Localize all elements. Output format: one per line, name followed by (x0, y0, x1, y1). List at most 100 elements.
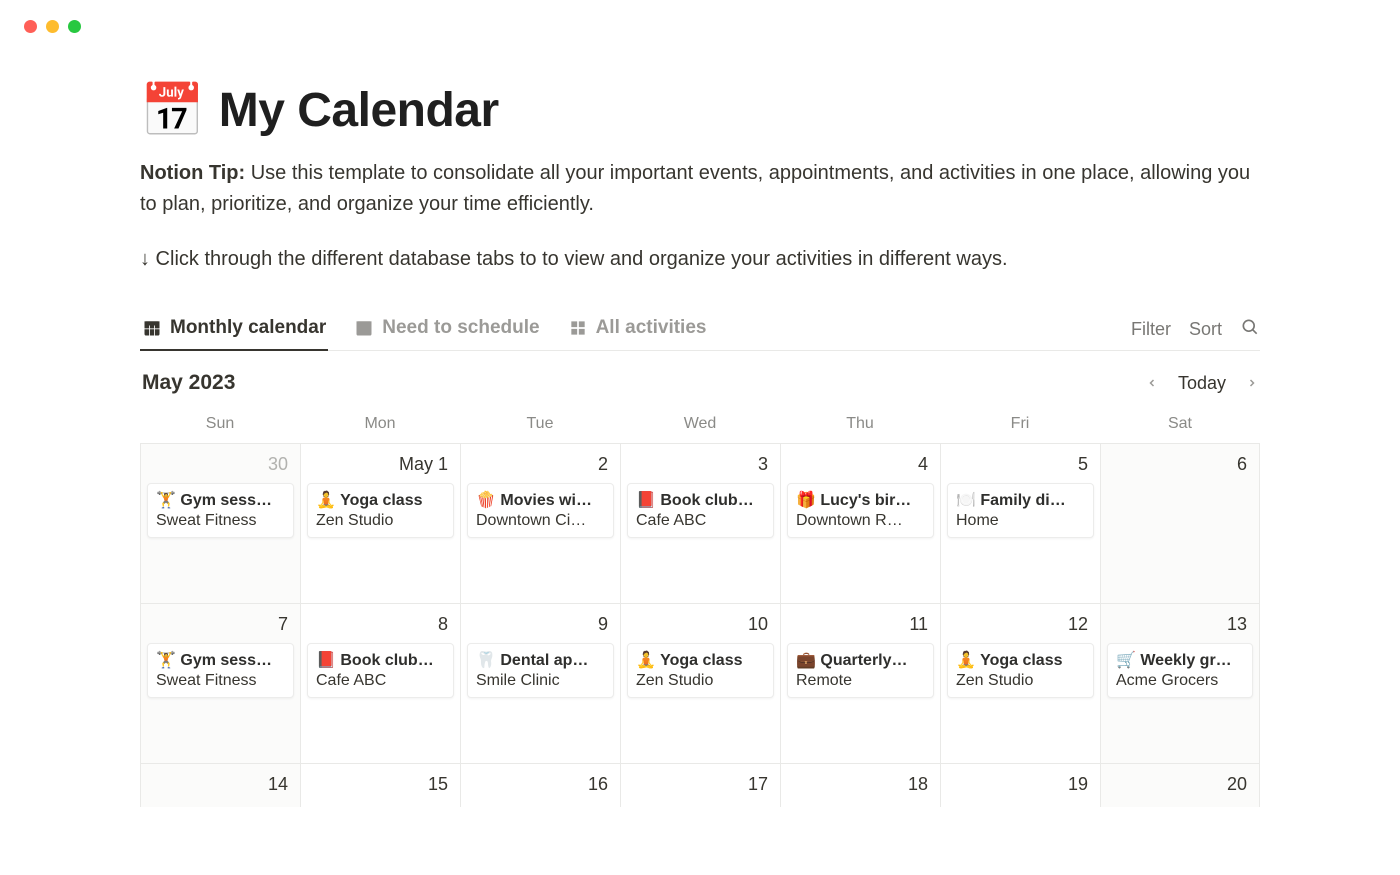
date-number: 17 (627, 772, 774, 801)
event-title: 🍿 Movies wi… (476, 490, 605, 510)
calendar-event[interactable]: 🍽️ Family di…Home (947, 483, 1094, 538)
calendar-month-label: May 2023 (142, 371, 235, 395)
calendar-event[interactable]: 🧘 Yoga class Zen Studio (307, 483, 454, 538)
calendar-cell[interactable]: 18 (780, 763, 940, 807)
event-location: Zen Studio (636, 672, 765, 690)
event-title: 🧘 Yoga class (636, 650, 765, 670)
close-window-icon[interactable] (24, 20, 37, 33)
calendar-event[interactable]: 🧘 Yoga class Zen Studio (627, 643, 774, 698)
date-number: 30 (147, 452, 294, 481)
sort-button[interactable]: Sort (1189, 319, 1222, 340)
date-number: 10 (627, 612, 774, 641)
date-number: 3 (627, 452, 774, 481)
tab-label: All activities (596, 317, 707, 339)
calendar-cell[interactable]: 9🦷 Dental ap…Smile Clinic (460, 603, 620, 763)
event-location: Cafe ABC (316, 672, 445, 690)
date-number: 15 (307, 772, 454, 801)
date-number: 11 (787, 612, 934, 641)
calendar-cell[interactable]: 17 (620, 763, 780, 807)
next-month-button[interactable] (1246, 373, 1258, 394)
day-header: Sat (1100, 409, 1260, 443)
event-location: Zen Studio (956, 672, 1085, 690)
calendar-cell[interactable]: 6 (1100, 443, 1260, 603)
date-number: 13 (1107, 612, 1253, 641)
prev-month-button[interactable] (1146, 373, 1158, 394)
filter-button[interactable]: Filter (1131, 319, 1171, 340)
event-title: 🛒 Weekly gr… (1116, 650, 1244, 670)
tab-label: Need to schedule (382, 317, 539, 339)
day-header: Tue (460, 409, 620, 443)
minimize-window-icon[interactable] (46, 20, 59, 33)
subtext: ↓ Click through the different database t… (140, 248, 1260, 271)
tab-all-activities[interactable]: All activities (566, 309, 709, 351)
calendar-cell[interactable]: 11 💼 Quarterly… Remote (780, 603, 940, 763)
search-icon[interactable] (1240, 317, 1260, 342)
tab-need-to-schedule[interactable]: Need to schedule (352, 309, 541, 351)
event-title: 🦷 Dental ap… (476, 650, 605, 670)
calendar-event[interactable]: 🛒 Weekly gr… Acme Grocers (1107, 643, 1253, 698)
event-title: 🏋️ Gym sess… (156, 490, 285, 510)
calendar-cell[interactable]: 10 🧘 Yoga class Zen Studio (620, 603, 780, 763)
calendar-cell[interactable]: 13 🛒 Weekly gr… Acme Grocers (1100, 603, 1260, 763)
calendar-event[interactable]: 🎁 Lucy's bir… Downtown R… (787, 483, 934, 538)
tab-monthly-calendar[interactable]: Monthly calendar (140, 309, 328, 351)
date-number: 9 (467, 612, 614, 641)
date-number: 14 (147, 772, 294, 801)
event-title: 🍽️ Family di… (956, 490, 1085, 510)
date-number: 19 (947, 772, 1094, 801)
calendar-cell[interactable]: 14 (140, 763, 300, 807)
calendar-event[interactable]: 🍿 Movies wi…Downtown Ci… (467, 483, 614, 538)
event-location: Acme Grocers (1116, 672, 1244, 690)
page-emoji-icon[interactable]: 📅 (140, 85, 205, 137)
date-number: 8 (307, 612, 454, 641)
event-title: 🧘 Yoga class (956, 650, 1085, 670)
date-number: 18 (787, 772, 934, 801)
event-location: Zen Studio (316, 512, 445, 530)
calendar-event[interactable]: 🏋️ Gym sess… Sweat Fitness (147, 483, 294, 538)
calendar-cell[interactable]: 5🍽️ Family di…Home (940, 443, 1100, 603)
event-title: 🎁 Lucy's bir… (796, 490, 925, 510)
calendar-cell[interactable]: 30 🏋️ Gym sess… Sweat Fitness (140, 443, 300, 603)
day-header: Fri (940, 409, 1100, 443)
calendar-cell[interactable]: 15 (300, 763, 460, 807)
calendar-event[interactable]: 🧘 Yoga class Zen Studio (947, 643, 1094, 698)
calendar-event[interactable]: 📕 Book club… Cafe ABC (627, 483, 774, 538)
day-header: Wed (620, 409, 780, 443)
calendar-cell[interactable]: 4🎁 Lucy's bir…Downtown R… (780, 443, 940, 603)
tab-label: Monthly calendar (170, 317, 326, 339)
event-location: Remote (796, 672, 925, 690)
calendar-event[interactable]: 💼 Quarterly… Remote (787, 643, 934, 698)
calendar-event[interactable]: 📕 Book club… Cafe ABC (307, 643, 454, 698)
page-title: My Calendar (219, 83, 499, 138)
date-number: 6 (1107, 452, 1253, 481)
calendar-cell[interactable]: 2🍿 Movies wi…Downtown Ci… (460, 443, 620, 603)
event-location: Downtown R… (796, 512, 925, 530)
calendar-cell[interactable]: 8 📕 Book club… Cafe ABC (300, 603, 460, 763)
calendar-cell[interactable]: 19 (940, 763, 1100, 807)
event-title: 🧘 Yoga class (316, 490, 445, 510)
calendar-event[interactable]: 🏋️ Gym sess…Sweat Fitness (147, 643, 294, 698)
tab-icon (354, 318, 374, 338)
calendar-cell[interactable]: May 1🧘 Yoga classZen Studio (300, 443, 460, 603)
date-number: 5 (947, 452, 1094, 481)
calendar-cell[interactable]: 16 (460, 763, 620, 807)
tab-icon (142, 318, 162, 338)
event-location: Cafe ABC (636, 512, 765, 530)
event-title: 📕 Book club… (316, 650, 445, 670)
calendar-cell[interactable]: 20 (1100, 763, 1260, 807)
calendar-cell[interactable]: 3 📕 Book club… Cafe ABC (620, 443, 780, 603)
tip-label: Notion Tip: (140, 162, 245, 184)
event-location: Sweat Fitness (156, 512, 285, 530)
calendar-event[interactable]: 🦷 Dental ap…Smile Clinic (467, 643, 614, 698)
date-number: 16 (467, 772, 614, 801)
calendar-cell[interactable]: 7🏋️ Gym sess…Sweat Fitness (140, 603, 300, 763)
event-title: 💼 Quarterly… (796, 650, 925, 670)
event-title: 📕 Book club… (636, 490, 765, 510)
tab-icon (568, 318, 588, 338)
calendar-cell[interactable]: 12 🧘 Yoga class Zen Studio (940, 603, 1100, 763)
date-number: 7 (147, 612, 294, 641)
maximize-window-icon[interactable] (68, 20, 81, 33)
day-header: Thu (780, 409, 940, 443)
date-number: 12 (947, 612, 1094, 641)
today-button[interactable]: Today (1178, 373, 1226, 394)
